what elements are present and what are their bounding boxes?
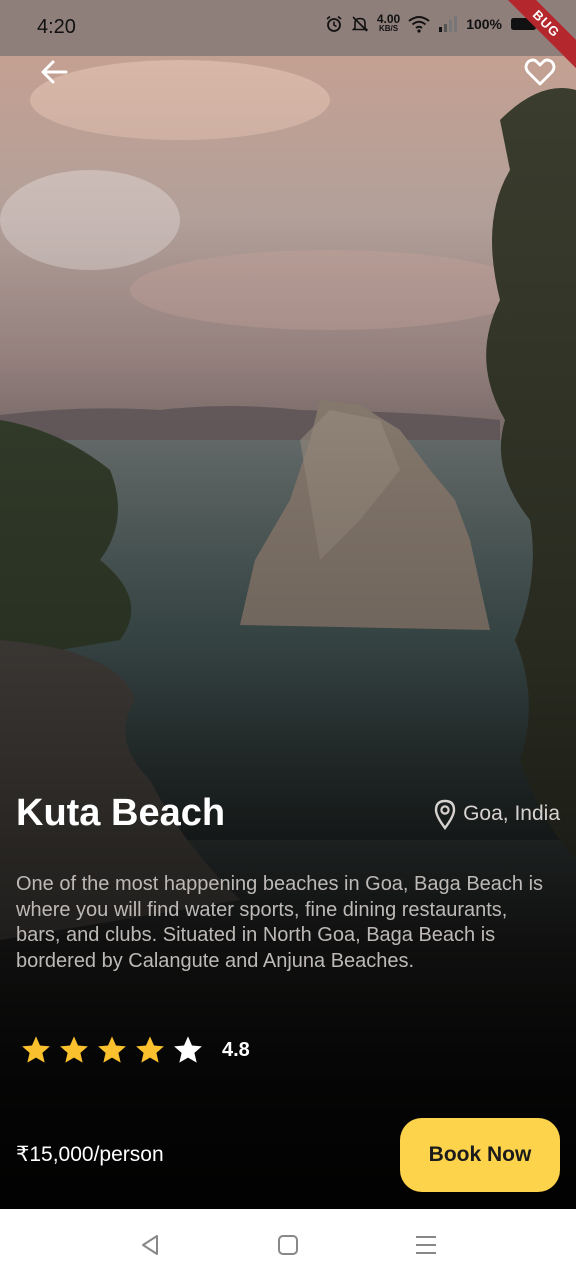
nav-back-icon[interactable] [136, 1231, 164, 1259]
place-title: Kuta Beach [16, 792, 226, 834]
rating: 4.8 [20, 1034, 250, 1066]
star-filled-icon [136, 1036, 164, 1063]
system-navigation-bar [0, 1209, 576, 1280]
book-now-button[interactable]: Book Now [400, 1118, 560, 1192]
net-speed: 4.00 KB/S [376, 12, 401, 34]
beach-background-image [0, 0, 576, 1209]
status-time: 4:20 [37, 16, 76, 38]
nav-menu-icon[interactable] [412, 1231, 440, 1259]
location-pin-icon [434, 799, 456, 830]
star-filled-icon [98, 1036, 126, 1063]
location-label: Goa, India [463, 802, 560, 825]
heart-outline-icon[interactable] [522, 54, 558, 90]
bell-muted-icon [351, 16, 369, 32]
detail-screen: 4:20 4.00 KB/S 100% BUG Kuta Beach Goa, … [0, 0, 576, 1209]
star-filled-icon [60, 1036, 88, 1063]
net-speed-unit: KB/S [378, 24, 399, 33]
price-label: ₹15,000/person [16, 1143, 164, 1166]
nav-home-icon[interactable] [274, 1231, 302, 1259]
place-location: Goa, India [433, 798, 560, 830]
star-filled-icon [22, 1036, 50, 1063]
back-arrow-icon[interactable] [36, 54, 72, 90]
wifi-icon [408, 16, 430, 33]
rating-value: 4.8 [222, 1038, 250, 1061]
net-speed-value: 4.00 [376, 12, 401, 26]
place-description: One of the most happening beaches in Goa… [16, 873, 544, 972]
star-empty-icon [174, 1036, 202, 1063]
status-bar: 4:20 4.00 KB/S 100% BUG [0, 0, 576, 74]
signal-icon [439, 16, 458, 32]
alarm-icon [326, 15, 342, 32]
battery-percent: 100% [466, 16, 502, 32]
status-icons: 4.00 KB/S 100% [325, 12, 540, 34]
